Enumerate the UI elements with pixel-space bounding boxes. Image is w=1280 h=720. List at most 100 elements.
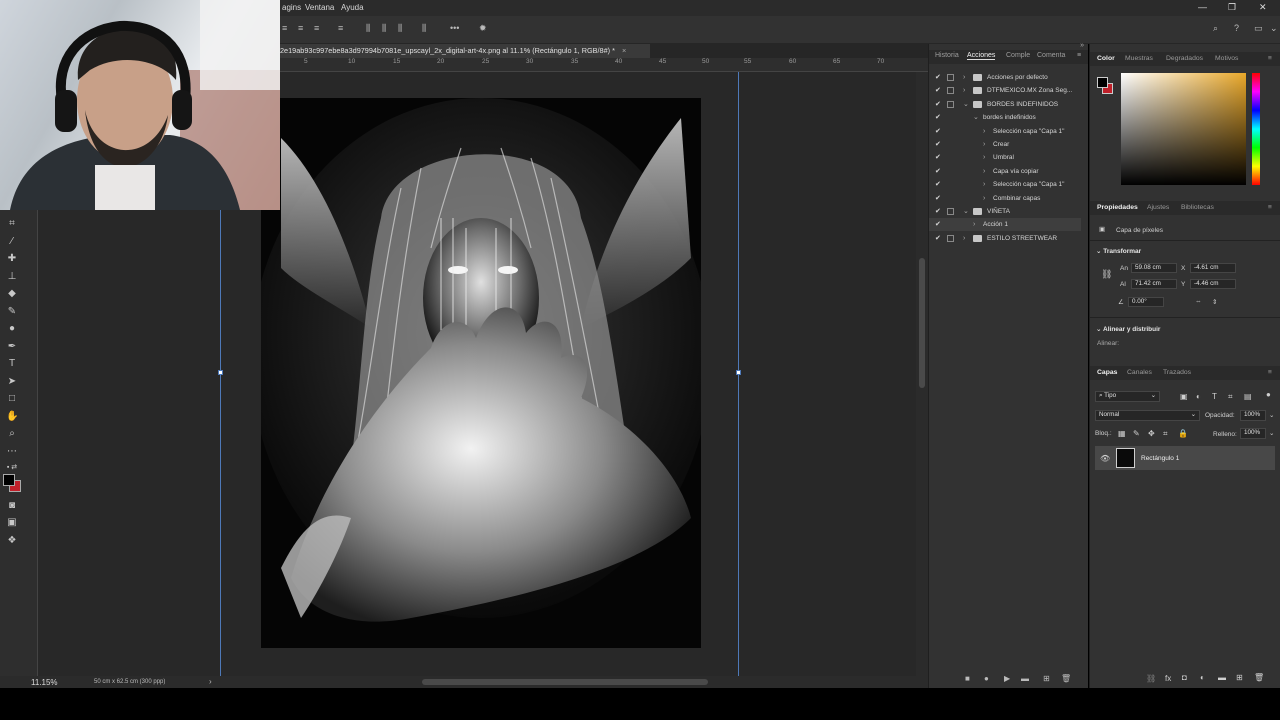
distribute-vertical-icon[interactable]: ⫼: [422, 24, 431, 33]
restore-button[interactable]: ❐: [1228, 2, 1236, 13]
chevron-down-icon[interactable]: ⌄: [963, 205, 969, 218]
more-options-icon[interactable]: •••: [450, 24, 459, 33]
tab-muestras[interactable]: Muestras: [1125, 55, 1153, 62]
new-action-icon[interactable]: ⊞: [1043, 674, 1050, 683]
filter-shape-icon[interactable]: ⌗: [1228, 392, 1233, 402]
action-row[interactable]: ✔ ⌄ VIÑETA: [929, 205, 1081, 218]
action-row[interactable]: ✔ › DTFMEXICO.MX Zona Seg...: [929, 84, 1081, 97]
tab-propiedades[interactable]: Propiedades: [1097, 204, 1138, 211]
layer-filter-select[interactable]: ⌕ Tipo ⌄: [1095, 391, 1160, 402]
chevron-right-icon[interactable]: ›: [983, 125, 985, 138]
action-row[interactable]: ✔ › Umbral: [929, 151, 1081, 164]
action-row[interactable]: ✔ › Combinar capas: [929, 192, 1081, 205]
filter-type-icon[interactable]: T: [1212, 392, 1217, 401]
tab-capas[interactable]: Capas: [1097, 369, 1117, 376]
dialog-toggle-icon[interactable]: [947, 128, 954, 135]
new-group-icon[interactable]: ▬: [1218, 673, 1226, 682]
tab-historia[interactable]: Historia: [935, 52, 959, 59]
lock-transparency-icon[interactable]: ▦: [1118, 429, 1126, 438]
chevron-right-icon[interactable]: ›: [963, 232, 965, 245]
layer-visibility-eye-icon[interactable]: 👁: [1100, 454, 1110, 463]
x-field[interactable]: -4.61 cm: [1190, 263, 1236, 273]
artwork-canvas[interactable]: [261, 98, 701, 648]
crop-tool-icon[interactable]: ⌗: [6, 218, 18, 230]
dialog-toggle-icon[interactable]: [947, 221, 954, 228]
menu-ventana[interactable]: Ventana: [305, 3, 334, 12]
action-row[interactable]: ✔ › ESTILO STREETWEAR: [929, 232, 1081, 245]
tab-canales[interactable]: Canales: [1127, 369, 1152, 376]
tab-comentarios[interactable]: Comenta: [1037, 52, 1065, 59]
dialog-toggle-icon[interactable]: [947, 208, 954, 215]
chevron-right-icon[interactable]: ›: [983, 165, 985, 178]
tab-complementos[interactable]: Comple: [1006, 52, 1030, 59]
stop-button-icon[interactable]: ■: [965, 674, 970, 683]
workspace-menu-icon[interactable]: ⌄: [1270, 24, 1279, 33]
link-layers-icon[interactable]: ⛓: [1146, 674, 1156, 683]
action-row[interactable]: ✔ ⌄ bordes indefinidos: [929, 111, 1081, 124]
search-icon[interactable]: ⌕: [1213, 24, 1222, 33]
path-selection-icon[interactable]: ➤: [6, 376, 18, 388]
record-button-icon[interactable]: ●: [984, 674, 989, 683]
zoom-level[interactable]: 11.15%: [31, 678, 58, 687]
align-right-icon[interactable]: ≡: [314, 24, 323, 33]
width-field[interactable]: 59.08 cm: [1131, 263, 1177, 273]
fill-field[interactable]: 100%: [1240, 428, 1266, 439]
stamp-tool-icon[interactable]: ⊥: [6, 271, 18, 283]
layers-menu-icon[interactable]: ≡: [1268, 369, 1272, 376]
action-enabled-check-icon[interactable]: ✔: [935, 192, 941, 205]
action-enabled-check-icon[interactable]: ✔: [935, 151, 941, 164]
align-middle-icon[interactable]: ⫼: [382, 24, 391, 33]
action-row[interactable]: ✔ › Selección capa "Capa 1": [929, 178, 1081, 191]
color-foreground-swatch[interactable]: [1097, 77, 1108, 88]
chevron-right-icon[interactable]: ›: [973, 218, 975, 231]
chevron-down-icon[interactable]: ⌄: [963, 98, 969, 111]
layer-name[interactable]: Rectángulo 1: [1141, 455, 1179, 462]
tab-ajustes[interactable]: Ajustes: [1147, 204, 1169, 211]
flip-horizontal-icon[interactable]: ⇔: [1195, 298, 1202, 305]
transform-section-title[interactable]: ⌄ Transformar: [1096, 247, 1141, 255]
settings-gear-icon[interactable]: ✹: [479, 24, 488, 33]
action-enabled-check-icon[interactable]: ✔: [935, 138, 941, 151]
lock-position-icon[interactable]: ✥: [1148, 429, 1155, 438]
new-layer-icon[interactable]: ⊞: [1236, 673, 1243, 682]
blur-tool-icon[interactable]: ●: [6, 323, 18, 335]
chevron-right-icon[interactable]: ›: [983, 178, 985, 191]
properties-menu-icon[interactable]: ≡: [1268, 204, 1272, 211]
align-top-icon[interactable]: ⫼: [366, 24, 375, 33]
document-close-icon[interactable]: ×: [622, 46, 626, 55]
y-field[interactable]: -4.46 cm: [1190, 279, 1236, 289]
lock-all-icon[interactable]: 🔒: [1178, 429, 1188, 438]
play-button-icon[interactable]: ▶: [1004, 674, 1010, 683]
new-set-folder-icon[interactable]: ▬: [1021, 674, 1029, 683]
action-enabled-check-icon[interactable]: ✔: [935, 232, 941, 245]
tab-trazados[interactable]: Trazados: [1163, 369, 1191, 376]
chevron-right-icon[interactable]: ›: [963, 84, 965, 97]
horizontal-scroll-thumb[interactable]: [422, 679, 708, 685]
opacity-dropdown-icon[interactable]: ⌄: [1269, 411, 1274, 419]
color-picker-field[interactable]: [1121, 73, 1246, 185]
document-tab[interactable]: 2e19ab93c997ebe8a3d97994b7081e_upscayl_2…: [280, 44, 650, 58]
tab-color[interactable]: Color: [1097, 55, 1115, 62]
action-enabled-check-icon[interactable]: ✔: [935, 178, 941, 191]
dialog-toggle-icon[interactable]: [947, 100, 954, 108]
panel-menu-icon[interactable]: ≡: [1077, 52, 1081, 59]
add-mask-icon[interactable]: ◘: [1182, 673, 1187, 682]
align-center-icon[interactable]: ≡: [298, 24, 307, 33]
action-row[interactable]: ✔ ⌄ BORDES INDEFINIDOS: [929, 98, 1081, 111]
fill-tool-icon[interactable]: ◆: [6, 288, 18, 300]
more-tools-icon[interactable]: ⋯: [6, 446, 18, 458]
action-row[interactable]: ✔ › Capa vía copiar: [929, 165, 1081, 178]
dialog-toggle-icon[interactable]: [947, 141, 954, 148]
action-enabled-check-icon[interactable]: ✔: [935, 205, 941, 218]
quick-mask-icon[interactable]: ◙: [6, 500, 18, 512]
rectangle-tool-icon[interactable]: □: [6, 393, 18, 405]
zoom-tool-icon[interactable]: ⌕: [6, 428, 18, 440]
status-arrow-icon[interactable]: ›: [209, 677, 212, 686]
dialog-toggle-icon[interactable]: [947, 114, 954, 121]
action-enabled-check-icon[interactable]: ✔: [935, 111, 941, 124]
action-enabled-check-icon[interactable]: ✔: [935, 71, 941, 84]
transform-handle-left[interactable]: [218, 370, 223, 375]
workspace-icon[interactable]: ▭: [1254, 24, 1263, 33]
dialog-toggle-icon[interactable]: [947, 195, 954, 202]
angle-field[interactable]: 0.00°: [1128, 297, 1164, 307]
